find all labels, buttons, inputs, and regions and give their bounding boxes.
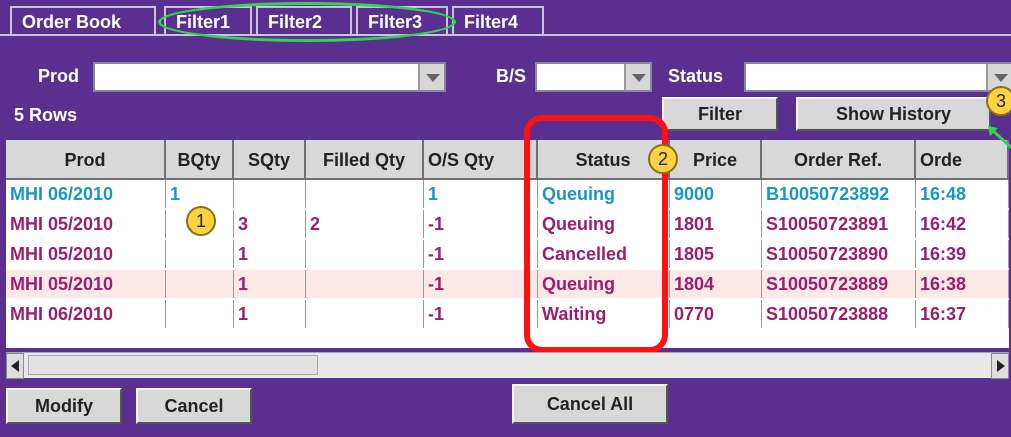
cell-price: 1801 bbox=[670, 210, 762, 238]
cell-order-ref: S10050723889 bbox=[762, 270, 916, 298]
cancel-button[interactable]: Cancel bbox=[136, 388, 252, 424]
column-header-order-time[interactable]: Orde bbox=[916, 140, 1009, 180]
cell-sqty: 1 bbox=[234, 270, 306, 298]
cell-bqty bbox=[166, 240, 234, 268]
cancel-all-label: Cancel All bbox=[546, 393, 634, 414]
column-header-bqty[interactable]: BQty bbox=[166, 140, 234, 180]
tab-label: Filter4 bbox=[464, 12, 519, 32]
cell-bqty: 1 bbox=[166, 180, 234, 208]
scrollbar-thumb[interactable] bbox=[28, 355, 318, 375]
cell-order-time: 16:39 bbox=[916, 240, 1009, 268]
show-history-label: Show History bbox=[835, 103, 951, 124]
cell-order-ref: S10050723888 bbox=[762, 300, 916, 328]
cell-filled-qty bbox=[306, 180, 424, 208]
status-label: Status bbox=[668, 66, 724, 86]
scroll-left-arrow-icon[interactable] bbox=[6, 353, 24, 379]
cell-sqty: 3 bbox=[234, 210, 306, 238]
tab-label: Order Book bbox=[22, 12, 122, 32]
cell-sqty bbox=[234, 180, 306, 208]
cell-sqty: 1 bbox=[234, 300, 306, 328]
bs-label: B/S bbox=[496, 66, 527, 86]
cell-bqty bbox=[166, 270, 234, 298]
cell-order-time: 16:42 bbox=[916, 210, 1009, 238]
table-row[interactable]: MHI 05/2010 1 -1 Queuing 1804 S100507238… bbox=[6, 270, 1009, 298]
order-book-window: Order Book Filter1 Filter2 Filter3 Filte… bbox=[0, 0, 1011, 437]
tab-label: Filter2 bbox=[268, 12, 323, 32]
cell-filled-qty bbox=[306, 270, 424, 298]
cell-price: 1805 bbox=[670, 240, 762, 268]
cell-bqty bbox=[166, 300, 234, 328]
cell-filled-qty bbox=[306, 240, 424, 268]
prod-dropdown-chevron-icon[interactable] bbox=[418, 64, 444, 90]
cell-order-time: 16:37 bbox=[916, 300, 1009, 328]
cell-status: Queuing bbox=[538, 210, 670, 238]
cell-order-time: 16:38 bbox=[916, 270, 1009, 298]
table-row[interactable]: MHI 06/2010 1 1 Queuing 9000 B1005072389… bbox=[6, 180, 1009, 208]
show-history-button[interactable]: Show History bbox=[796, 97, 991, 131]
cell-prod: MHI 05/2010 bbox=[6, 240, 166, 268]
tab-strip-divider bbox=[0, 34, 1011, 36]
cell-sqty: 1 bbox=[234, 240, 306, 268]
modify-label: Modify bbox=[35, 395, 93, 416]
column-header-sqty[interactable]: SQty bbox=[234, 140, 306, 180]
table-row[interactable]: MHI 05/2010 1 -1 Cancelled 1805 S1005072… bbox=[6, 240, 1009, 268]
horizontal-scrollbar[interactable] bbox=[6, 352, 1009, 379]
cell-order-ref: S10050723890 bbox=[762, 240, 916, 268]
tab-label: Filter3 bbox=[368, 12, 423, 32]
status-select[interactable] bbox=[744, 62, 1011, 92]
rows-count: 5 Rows bbox=[14, 105, 78, 125]
column-header-price[interactable]: Price bbox=[670, 140, 762, 180]
modify-button[interactable]: Modify bbox=[6, 388, 122, 424]
cell-os-qty: -1 bbox=[424, 240, 538, 268]
cell-order-ref: B10050723892 bbox=[762, 180, 916, 208]
cell-status: Waiting bbox=[538, 300, 670, 328]
cell-os-qty: -1 bbox=[424, 270, 538, 298]
cell-prod: MHI 06/2010 bbox=[6, 180, 166, 208]
cell-os-qty: -1 bbox=[424, 300, 538, 328]
cell-filled-qty bbox=[306, 300, 424, 328]
orders-table[interactable]: Prod BQty SQty Filled Qty O/S Qty Status… bbox=[6, 140, 1009, 348]
cell-filled-qty: 2 bbox=[306, 210, 424, 238]
cell-status: Queuing bbox=[538, 270, 670, 298]
table-row[interactable]: MHI 06/2010 1 -1 Waiting 0770 S100507238… bbox=[6, 300, 1009, 328]
cell-os-qty: -1 bbox=[424, 210, 538, 238]
prod-label: Prod bbox=[38, 66, 80, 86]
tab-order-book[interactable]: Order Book bbox=[10, 6, 156, 34]
table-row[interactable]: MHI 05/2010 3 2 -1 Queuing 1801 S1005072… bbox=[6, 210, 1009, 238]
bs-select[interactable] bbox=[535, 62, 652, 92]
annotation-badge-3: 3 bbox=[986, 86, 1011, 116]
tab-bar: Order Book Filter1 Filter2 Filter3 Filte… bbox=[0, 0, 1011, 36]
cell-price: 1804 bbox=[670, 270, 762, 298]
cell-status: Cancelled bbox=[538, 240, 670, 268]
cancel-label: Cancel bbox=[164, 395, 224, 416]
cell-prod: MHI 05/2010 bbox=[6, 270, 166, 298]
bs-dropdown-chevron-icon[interactable] bbox=[624, 64, 650, 90]
cell-status: Queuing bbox=[538, 180, 670, 208]
column-header-filled-qty[interactable]: Filled Qty bbox=[306, 140, 424, 180]
scroll-right-arrow-icon[interactable] bbox=[991, 353, 1009, 379]
cell-prod: MHI 06/2010 bbox=[6, 300, 166, 328]
tab-filter3[interactable]: Filter3 bbox=[356, 6, 448, 34]
filter-button[interactable]: Filter bbox=[662, 97, 778, 131]
cell-os-qty: 1 bbox=[424, 180, 538, 208]
cell-price: 9000 bbox=[670, 180, 762, 208]
cancel-all-button[interactable]: Cancel All bbox=[512, 384, 668, 424]
prod-select[interactable] bbox=[93, 62, 446, 92]
cell-order-ref: S10050723891 bbox=[762, 210, 916, 238]
annotation-badge-1: 1 bbox=[186, 206, 216, 236]
tab-filter2[interactable]: Filter2 bbox=[256, 6, 352, 34]
table-header: Prod BQty SQty Filled Qty O/S Qty Status… bbox=[6, 140, 1009, 180]
filter-button-label: Filter bbox=[697, 103, 742, 124]
column-header-order-ref[interactable]: Order Ref. bbox=[762, 140, 916, 180]
column-header-os-qty[interactable]: O/S Qty bbox=[424, 140, 538, 180]
action-bar: Modify Cancel Cancel All bbox=[0, 380, 1011, 437]
column-header-prod[interactable]: Prod bbox=[6, 140, 166, 180]
cell-order-time: 16:48 bbox=[916, 180, 1009, 208]
annotation-badge-2: 2 bbox=[648, 144, 678, 174]
tab-label: Filter1 bbox=[176, 12, 231, 32]
tab-filter4[interactable]: Filter4 bbox=[452, 6, 544, 34]
cell-prod: MHI 05/2010 bbox=[6, 210, 166, 238]
cell-price: 0770 bbox=[670, 300, 762, 328]
tab-filter1[interactable]: Filter1 bbox=[164, 6, 252, 34]
